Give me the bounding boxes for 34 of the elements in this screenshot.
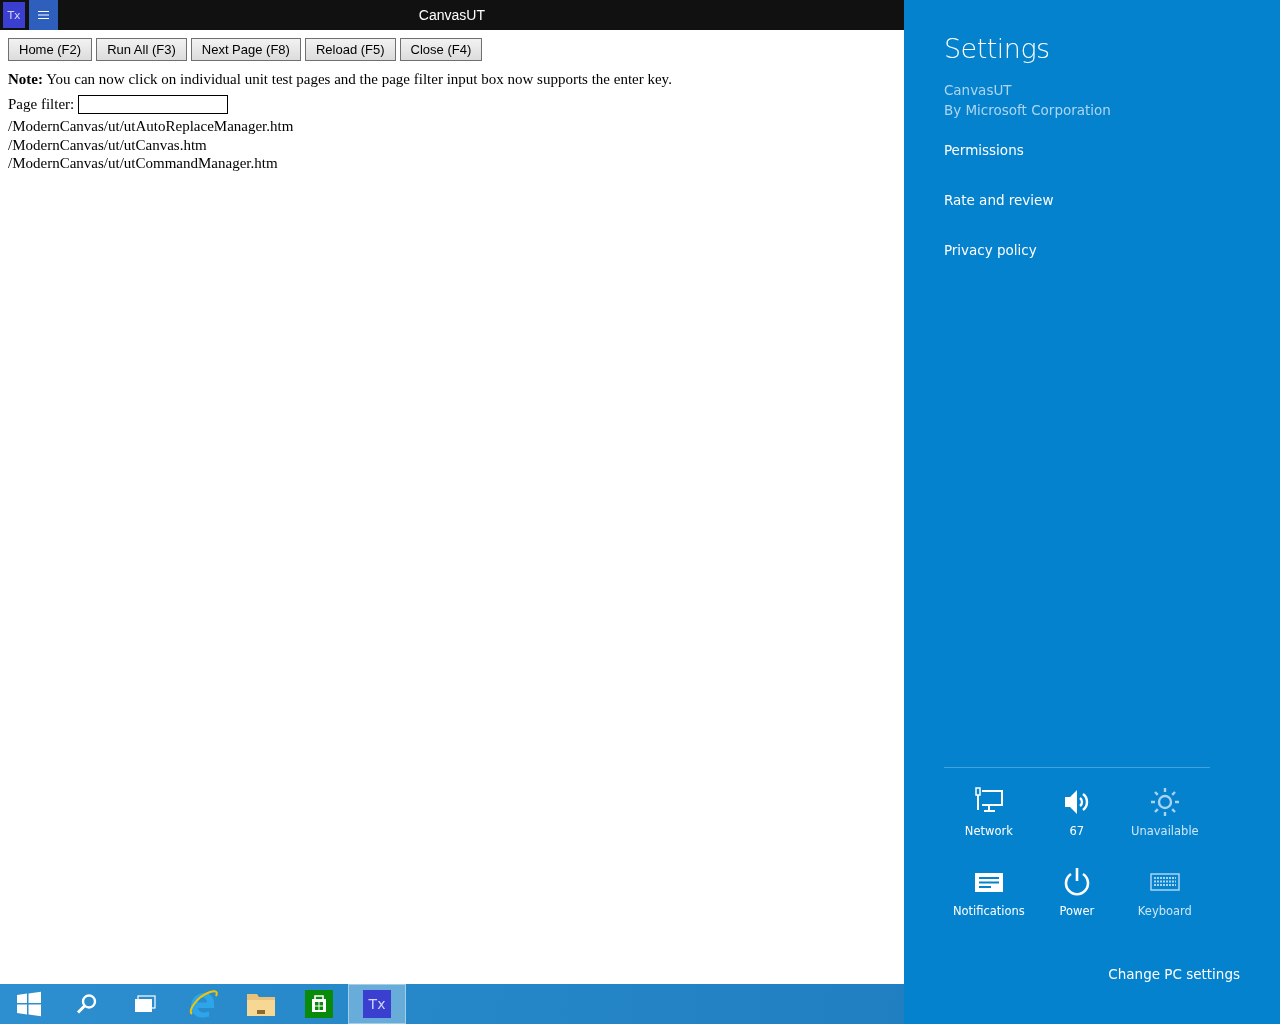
test-page-link[interactable]: /ModernCanvas/ut/utCommandManager.htm (8, 154, 278, 173)
taskbar-button[interactable]: Tx (348, 984, 406, 1024)
quick-action-tile[interactable]: 67 (1032, 786, 1121, 838)
change-pc-settings-link[interactable]: Change PC settings (1108, 966, 1240, 982)
app-name: CanvasUT (943, 81, 1012, 100)
menu-button[interactable] (29, 0, 58, 30)
quick-action-tile[interactable]: Notifications (944, 866, 1033, 918)
toolbar-button[interactable]: Reload (F5) (304, 38, 396, 61)
settings-link[interactable]: Privacy policy (943, 240, 1037, 260)
settings-link[interactable]: Rate and review (943, 190, 1054, 210)
quick-action-tile[interactable]: Power (1032, 866, 1121, 918)
browser-e-icon (188, 989, 218, 1019)
task-view-icon (134, 995, 156, 1013)
store-bag-icon (305, 990, 333, 1018)
filter-label: Page filter: (8, 96, 75, 113)
app-tile-icon: Tx (3, 2, 25, 28)
toolbar-button[interactable]: Next Page (F8) (190, 38, 301, 61)
menu-icon (38, 11, 49, 19)
sun-icon (1148, 786, 1181, 818)
page-filter-field[interactable] (78, 95, 229, 114)
folder-icon (246, 991, 276, 1017)
settings-link[interactable]: Permissions (943, 140, 1024, 160)
note-text: Note: You can now click on individual unit test pages and the page filter input box now supports the enter key. (8, 71, 673, 88)
window-title: CanvasUT (418, 7, 485, 23)
toolbar-button[interactable]: Close (F4) (399, 38, 483, 61)
toolbar-button[interactable]: Home (F2) (8, 38, 93, 61)
test-page-link[interactable]: /ModernCanvas/ut/utAutoReplaceManager.htm (8, 117, 294, 136)
test-page-link[interactable]: /ModernCanvas/ut/utCanvas.htm (8, 135, 207, 154)
start-icon (16, 991, 42, 1017)
toolbar-button[interactable]: Run All (F3) (96, 38, 187, 61)
search-icon (76, 993, 98, 1015)
quick-action-tile[interactable]: Network (944, 786, 1033, 838)
publisher-text: By Microsoft Corporation (943, 101, 1111, 120)
pane-title: Settings (943, 33, 1051, 64)
